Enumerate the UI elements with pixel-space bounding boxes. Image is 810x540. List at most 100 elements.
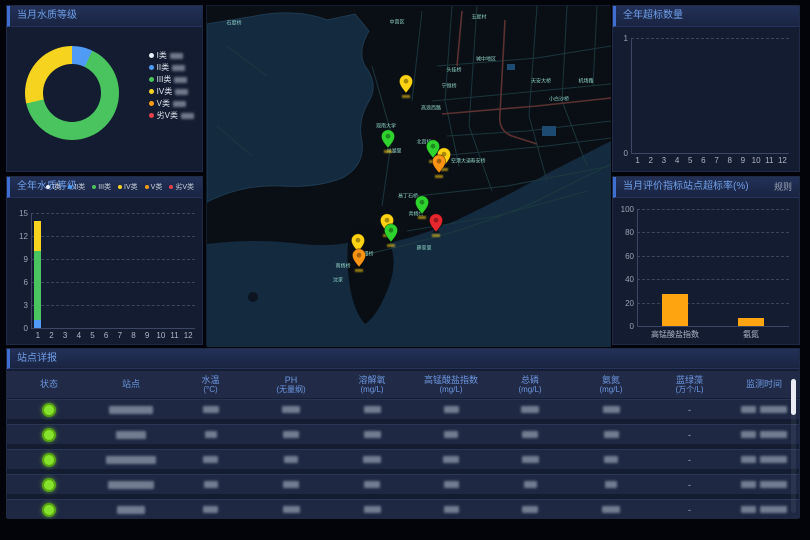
column-header: PH(无量纲) [250,375,332,395]
legend-item: V类 [145,182,166,192]
legend-label: I类 [157,50,167,61]
x-tick-label: 氨氮 [743,329,759,340]
legend-item: IV类 [149,86,194,97]
table-row[interactable]: - [7,499,799,519]
x-tick-label: 5 [90,331,94,340]
x-tick-label: 9 [145,331,149,340]
panel-station-table: 站点详报 状态站点水温(°C)PH(无量纲)溶解氧(mg/L)高锰酸盐指数(mg… [6,348,800,518]
site-cell [91,506,171,514]
algae-cell: - [652,505,727,515]
value-redacted [364,406,381,413]
panel-month-rate: 当月评价指标站点超标率(%) 规则 020406080100高锰酸盐指数氨氮 [612,176,800,345]
value-redacted [602,506,620,513]
legend-dot [68,185,72,189]
y-tick-label: 6 [24,278,28,287]
column-label: 蓝绿藻 [652,375,727,385]
y-tick-label: 20 [625,299,634,308]
panel-header: 当月评价指标站点超标率(%) 规则 [613,177,799,198]
map[interactable]: 石度桥中宫区五星村头挂桥宁恒桥城中地区天安大桥机场路小白沙桥高浪西路观南大学北宫… [206,5,610,346]
value-redacted [364,506,381,513]
site-cell [91,406,171,414]
x-tick-label: 11 [170,331,178,340]
table-row[interactable]: - [7,449,799,469]
time-cell [727,431,801,438]
value-cell [412,456,490,463]
year-quality-chart: 03691215123456789101112 [7,197,202,344]
x-tick-label: 6 [104,331,108,340]
y-tick-label: 0 [24,324,28,333]
value-redacted [203,406,219,413]
table-row[interactable]: - [7,424,799,444]
bar-segment [34,320,41,328]
legend-item: II类 [149,62,194,73]
time-date-redacted [741,406,756,413]
x-tick-label: 10 [752,156,761,165]
gridline [637,232,789,233]
legend-dot [149,65,154,70]
column-header: 溶解氧(mg/L) [332,375,412,395]
value-cell [570,406,652,413]
time-cell [727,456,801,463]
map-station-pin[interactable] [428,213,444,233]
table-row[interactable]: - [7,399,799,419]
panel-title: 站点详报 [17,353,57,364]
y-tick-label: 0 [630,322,634,331]
time-clock-redacted [760,481,787,488]
map-pin-name-redacted [402,95,410,98]
map-pin-name-redacted [435,175,443,178]
bar-segment [662,294,688,326]
water-quality-dashboard: 当月水质等级 I类II类III类IV类V类劣V类 全年水质等级 I类II类III… [0,0,810,540]
site-cell [91,481,171,489]
column-header: 站点 [91,379,171,389]
panel-title: 全年超标数量 [623,10,683,21]
value-cell [490,406,570,413]
value-cell [332,481,412,488]
y-tick-label: 1 [624,34,628,43]
value-redacted [363,456,381,463]
panel-header: 全年超标数量 [613,6,799,27]
map-station-pin[interactable] [383,223,399,243]
legend-label: IV类 [124,182,138,192]
table-header-row: 状态站点水温(°C)PH(无量纲)溶解氧(mg/L)高锰酸盐指数(mg/L)总磷… [7,371,799,398]
column-unit: (°C) [171,385,250,394]
column-label: 高锰酸盐指数 [412,375,490,385]
legend-dot [149,77,154,82]
table-scrollbar-thumb[interactable] [791,379,796,415]
map-station-pin[interactable] [351,248,367,268]
x-tick-label: 4 [77,331,81,340]
site-name-redacted [117,506,145,514]
map-station-pin[interactable] [431,154,447,174]
x-tick-label: 1 [36,331,40,340]
column-unit: (mg/L) [412,385,490,394]
map-station-pin[interactable] [380,129,396,149]
column-header: 蓝绿藻(万个/L) [652,375,727,395]
time-clock-redacted [760,406,787,413]
value-cell [412,506,490,513]
legend-dot [149,101,154,106]
panel-header: 当月水质等级 [7,6,202,27]
map-station-pin[interactable] [414,195,430,215]
rule-link[interactable]: 规则 [774,177,792,197]
legend-item: I类 [46,182,64,192]
map-station-pin[interactable] [398,74,414,94]
value-cell [412,431,490,438]
value-cell [250,481,332,488]
x-tick-label: 8 [131,331,135,340]
x-tick-label: 2 [649,156,653,165]
gridline [637,279,789,280]
y-tick-label: 0 [624,149,628,158]
value-cell [171,406,250,413]
column-header: 状态 [7,379,91,389]
site-name-redacted [116,431,146,439]
x-tick-label: 8 [728,156,732,165]
value-cell [412,481,490,488]
bar-segment [34,221,41,252]
gridline [31,259,195,260]
table-body: - - - - - [7,399,799,524]
algae-cell: - [652,405,727,415]
value-cell [570,506,652,513]
table-row[interactable]: - [7,474,799,494]
column-label: 总磷 [490,375,570,385]
value-cell [171,506,250,513]
x-tick-label: 11 [765,156,773,165]
